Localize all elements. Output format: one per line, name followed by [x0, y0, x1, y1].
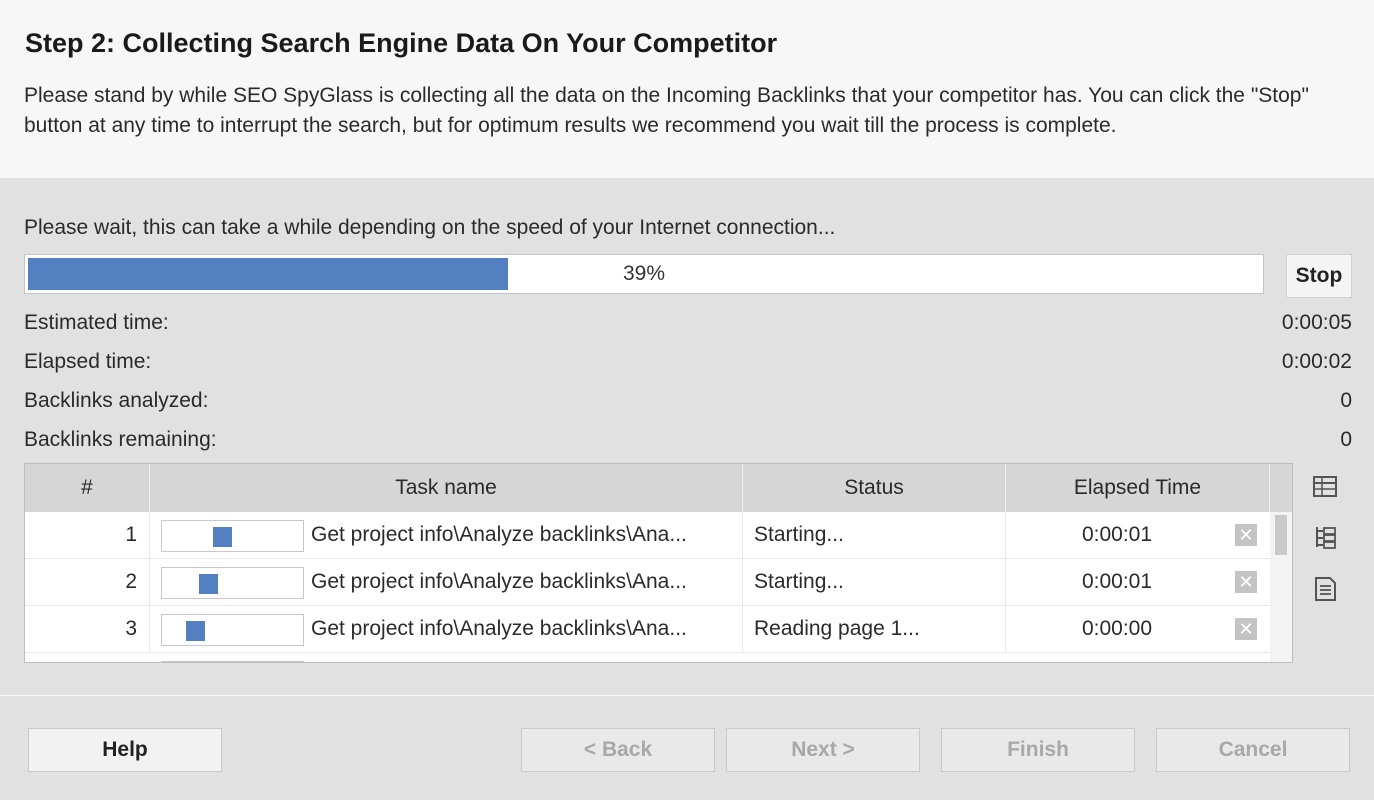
table-row[interactable] — [25, 653, 1270, 662]
page-title: Step 2: Collecting Search Engine Data On… — [25, 28, 778, 58]
row-number: 3 — [25, 606, 150, 652]
task-elapsed: 0:00:01 — [1081, 523, 1153, 546]
table-row[interactable]: 1 Get project info\Analyze backlinks\Ana… — [25, 512, 1270, 559]
task-activity-bar — [161, 661, 304, 662]
backlinks-analyzed-value: 0 — [1340, 389, 1352, 412]
stop-button[interactable]: Stop — [1286, 254, 1352, 298]
finish-button[interactable]: Finish — [941, 728, 1135, 772]
estimated-time-value: 0:00:05 — [1281, 311, 1352, 334]
task-name: Get project info\Analyze backlinks\Ana..… — [310, 559, 743, 605]
backlinks-remaining-label: Backlinks remaining: — [24, 428, 217, 451]
close-icon[interactable]: ✕ — [1235, 571, 1257, 593]
elapsed-time-label: Elapsed time: — [24, 350, 152, 373]
backlinks-analyzed-label: Backlinks analyzed: — [24, 389, 209, 412]
task-activity-bar — [161, 520, 304, 552]
task-elapsed: 0:00:00 — [1081, 617, 1153, 640]
footer-divider — [0, 695, 1374, 696]
task-activity-bar — [161, 567, 304, 599]
help-button[interactable]: Help — [28, 728, 222, 772]
task-status: Reading page 1... — [743, 606, 1006, 652]
document-icon[interactable] — [1312, 576, 1338, 602]
task-name: Get project info\Analyze backlinks\Ana..… — [310, 512, 743, 558]
estimated-time-label: Estimated time: — [24, 311, 169, 334]
row-number: 2 — [25, 559, 150, 605]
close-icon[interactable]: ✕ — [1235, 524, 1257, 546]
page-description: Please stand by while SEO SpyGlass is co… — [24, 84, 1309, 137]
table-row[interactable]: 3 Get project info\Analyze backlinks\Ana… — [25, 606, 1270, 653]
scroll-thumb[interactable] — [1275, 515, 1287, 555]
activity-indicator — [186, 621, 205, 641]
activity-indicator — [213, 527, 232, 547]
column-header-status[interactable]: Status — [743, 464, 1006, 512]
task-status: Starting... — [743, 512, 1006, 558]
column-header-number[interactable]: # — [25, 464, 150, 512]
cancel-button[interactable]: Cancel — [1156, 728, 1350, 772]
overall-progress-bar: 39% — [24, 254, 1264, 294]
tree-icon[interactable] — [1312, 524, 1338, 550]
column-header-task-name[interactable]: Task name — [150, 464, 743, 512]
wait-message: Please wait, this can take a while depen… — [24, 216, 836, 239]
wizard-header: Step 2: Collecting Search Engine Data On… — [0, 0, 1374, 178]
progress-percent: 39% — [622, 262, 666, 285]
back-button[interactable]: < Back — [521, 728, 715, 772]
table-icon[interactable] — [1312, 474, 1338, 500]
task-elapsed: 0:00:01 — [1081, 570, 1153, 593]
table-scrollbar[interactable] — [1270, 512, 1292, 662]
row-number: 1 — [25, 512, 150, 558]
elapsed-time-value: 0:00:02 — [1281, 350, 1352, 373]
table-row[interactable]: 2 Get project info\Analyze backlinks\Ana… — [25, 559, 1270, 606]
table-header: # Task name Status Elapsed Time — [25, 464, 1292, 512]
next-button[interactable]: Next > — [726, 728, 920, 772]
activity-indicator — [199, 574, 218, 594]
close-icon[interactable]: ✕ — [1235, 618, 1257, 640]
task-name: Get project info\Analyze backlinks\Ana..… — [310, 606, 743, 652]
column-header-elapsed-time[interactable]: Elapsed Time — [1006, 464, 1270, 512]
backlinks-remaining-value: 0 — [1340, 428, 1352, 451]
task-status: Starting... — [743, 559, 1006, 605]
task-activity-bar — [161, 614, 304, 646]
tasks-table: # Task name Status Elapsed Time 1 Get pr… — [24, 463, 1293, 663]
